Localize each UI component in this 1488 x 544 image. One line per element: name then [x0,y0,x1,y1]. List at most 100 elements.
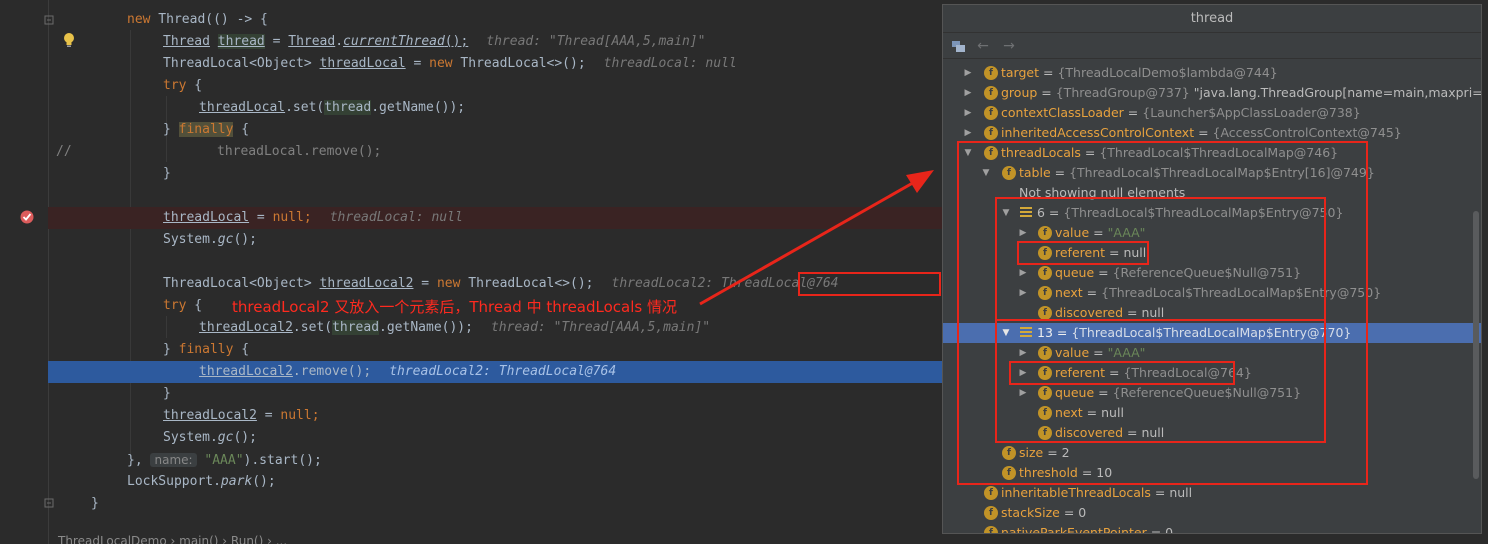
code-line[interactable]: } finally { [0,339,942,361]
code-editor[interactable]: new Thread(() -> { Thread thread = Threa… [0,0,942,544]
variable-name: threadLocal2 [319,276,414,291]
tree-row[interactable]: ▶ f target = {ThreadLocalDemo$lambda@744… [943,63,1481,83]
field-icon: f [984,526,998,533]
tree-row[interactable]: ▶ f inheritedAccessControlContext = {Acc… [943,123,1481,143]
keyword: new [429,56,453,71]
fold-icon[interactable] [44,498,54,508]
equals: = [1059,505,1079,520]
code-text: { [233,342,250,357]
keyword: new [127,12,151,27]
code-line[interactable]: new Thread(() -> { [0,9,942,31]
tree-row[interactable]: ▶ f contextClassLoader = {Launcher$AppCl… [943,103,1481,123]
field-ref: {Launcher$AppClassLoader@738} [1142,105,1361,120]
code-text: ThreadLocal<>(); [452,56,586,71]
keyword: null [272,210,304,225]
code-line[interactable]: System.gc(); [0,427,942,449]
variable-name: threadLocal [163,210,250,225]
method-name: park [220,474,253,489]
field-icon: f [984,86,998,100]
field-name: group [1001,85,1038,100]
popup-toolbar: ← → [943,33,1481,59]
lightbulb-icon[interactable] [62,32,76,48]
keyword: finally [178,122,234,137]
field-ref: {ThreadLocalDemo$lambda@744} [1057,65,1278,80]
breakpoint-line[interactable]: threadLocal = null; threadLocal: null [48,207,942,229]
variable-name: thread [332,320,380,335]
code-line[interactable]: ThreadLocal<Object> threadLocal = new Th… [0,53,942,75]
string-literal: "AAA" [196,453,244,468]
debugger-popup[interactable]: thread ← → ▶ f target = {ThreadLocalDemo… [942,4,1482,534]
code-text: = [405,56,430,71]
method-name: gc [217,232,234,247]
forward-arrow-icon[interactable]: → [1001,38,1017,54]
code-line[interactable]: threadLocal2.set(thread.getName()); threa… [0,317,942,339]
code-line[interactable]: threadLocal2 = null; [0,405,942,427]
code-line[interactable]: // threadLocal.remove(); [0,141,942,163]
code-text: = [249,210,273,225]
filter-icon[interactable] [951,38,967,54]
type-name: Thread [288,34,336,49]
inline-debug-hint: threadLocal: null [603,56,737,71]
field-value: "java.lang.ThreadGroup[name=main,maxpri=… [1189,85,1481,100]
code-text: .getName()); [379,320,473,335]
code-text: } [91,496,99,511]
expand-triangle-icon[interactable]: ▶ [963,123,973,143]
variable-name: thread [324,100,372,115]
code-line[interactable]: LockSupport.park(); [0,471,942,493]
code-text: LockSupport. [127,474,221,489]
equals: = [1146,525,1166,534]
type-name: Thread [163,34,210,49]
back-arrow-icon[interactable]: ← [975,38,991,54]
field-value: null [1169,485,1193,500]
method-name: gc [217,430,234,445]
breadcrumb[interactable]: ThreadLocalDemo › main() › Run() › ... [58,534,287,544]
code-line[interactable]: } [0,163,942,185]
code-line[interactable]: }, name: "AAA").start(); [0,449,942,471]
breakpoint-icon[interactable] [19,209,35,225]
code-line[interactable]: try { [0,75,942,97]
fold-icon[interactable] [44,15,54,25]
tree-row[interactable]: f stackSize = 0 [943,503,1481,523]
variable-name: threadLocal [199,100,286,115]
code-text: System. [163,232,218,247]
field-name: inheritedAccessControlContext [1001,125,1195,140]
keyword: try [163,298,187,313]
code-line[interactable]: } [0,493,942,515]
annotation-text: threadLocal2 又放入一个元素后，Thread 中 threadLoc… [232,298,677,316]
code-text: ; [303,210,312,225]
tree-row[interactable]: ▶ f group = {ThreadGroup@737} "java.lang… [943,83,1481,103]
code-text: { [186,78,203,93]
tree-scrollbar[interactable] [1473,211,1479,479]
variable-name: threadLocal2 [199,320,293,335]
field-icon: f [984,106,998,120]
field-icon: f [984,126,998,140]
code-line[interactable]: } [0,383,942,405]
expand-triangle-icon[interactable]: ▶ [963,63,973,83]
field-icon: f [984,66,998,80]
code-text: (); [233,232,257,247]
code-line[interactable]: threadLocal.set(thread.getName()); [0,97,942,119]
tree-row[interactable]: f nativeParkEventPointer = 0 [943,523,1481,534]
keyword: try [163,78,187,93]
code-text: = [264,34,289,49]
code-text: } [163,122,179,137]
annotation-box [798,272,941,296]
code-line[interactable]: } finally { [0,119,942,141]
code-text: System. [163,430,218,445]
expand-triangle-icon[interactable]: ▶ [963,103,973,123]
code-text: = [256,408,281,423]
expand-triangle-icon[interactable]: ▶ [963,83,973,103]
execution-line[interactable]: threadLocal2.remove(); threadLocal2: Thre… [48,361,942,383]
code-line[interactable]: System.gc(); [0,229,942,251]
code-text: { [186,298,203,313]
field-name: nativeParkEventPointer [1001,525,1147,534]
variable-name: thread [217,34,265,49]
code-line[interactable]: Thread thread = Thread.currentThread(); t… [0,31,942,53]
equals: = [1194,125,1213,140]
equals: = [1123,105,1143,120]
field-icon: f [984,486,998,500]
code-text: .set( [292,320,333,335]
code-text: } [163,342,179,357]
tree-row[interactable]: f inheritableThreadLocals = null [943,483,1481,503]
variable-name: threadLocal [319,56,406,71]
